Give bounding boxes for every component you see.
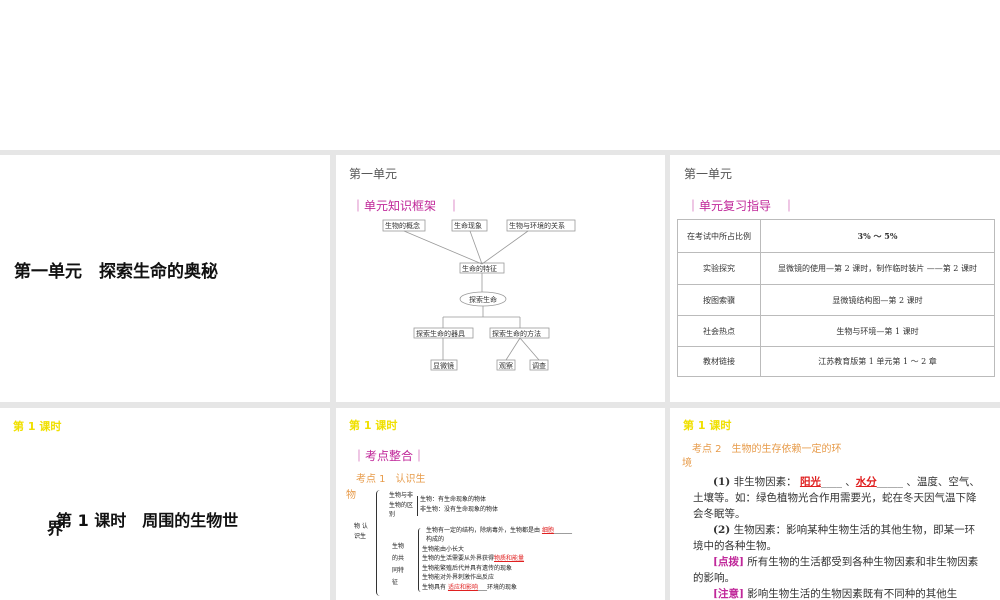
slide-2[interactable]: 第一单元 ｜单元知识框架 ｜ 生物的概念 生命现象 生物与环境的关系 生命的特征… — [336, 155, 665, 402]
answer-blank: 阳光 — [799, 476, 821, 488]
slide-title: 第一单元 探索生命的奥秘 — [14, 262, 218, 282]
note-label: [注意] — [713, 588, 744, 600]
row-value: 显微镜结构图—第 2 课时 — [760, 284, 995, 316]
lesson-label: 第 1 课时 — [683, 419, 732, 432]
text: 生物有一定的结构，除病毒外，生物都是由 — [426, 527, 541, 534]
point-heading-wrap: 境 — [682, 458, 692, 469]
answer-blank: 细胞 — [541, 527, 554, 534]
text: 环境的现象 — [486, 584, 517, 591]
point-heading-wrap: 物 — [346, 490, 356, 501]
slide-title: 第 1 课时 周围的生物世 — [56, 511, 239, 530]
node-relation: 生物与环境的关系 — [509, 221, 565, 230]
node-features: 生命的特征 — [462, 264, 497, 273]
row-value: 生物与环境—第 1 课时 — [760, 315, 995, 347]
table-row: 在考试中所占比例 3% ～ 5% — [677, 219, 995, 253]
node-concept: 生物的概念 — [385, 221, 420, 230]
tip-label: [点拨] — [713, 556, 744, 568]
text: 生物的生活需要从外界获得 — [422, 555, 495, 562]
root-label: 物 认识生 — [354, 523, 368, 540]
text: 影响生物生活的生物因素既有不同种的其他生 — [743, 588, 958, 600]
slide-6[interactable]: 第 1 课时 考点 2 生物的生存依赖一定的环 境 (1) 非生物因素： 阳光_… — [670, 408, 1000, 600]
lesson-label: 第 1 课时 — [13, 420, 62, 433]
list-item: 生物具有 适应和影响___环境的现象 — [422, 584, 517, 591]
group-label: 生物的共同特征 — [392, 543, 405, 586]
unit-label: 第一单元 — [684, 167, 733, 181]
num: (2) — [713, 524, 731, 536]
list-item: 生物：有生命现象的物体 — [420, 496, 487, 503]
row-label: 按图索骥 — [677, 284, 761, 316]
table-row: 社会热点 生物与环境—第 1 课时 — [677, 315, 995, 347]
row-value: 显微镜的使用—第 2 课时，制作临时装片 ——第 2 课时 — [760, 252, 995, 285]
row-value: 3% ～ 5% — [760, 219, 995, 253]
node-tools: 探索生命的器具 — [416, 329, 465, 338]
paragraph-1: (1) 非生物因素： 阳光____ 、水分_____ 、温度、空气、土壤等。如：… — [693, 476, 980, 520]
node-center: 探索生命 — [469, 295, 497, 304]
row-label: 社会热点 — [677, 315, 761, 347]
node-phenomena: 生命现象 — [454, 221, 482, 230]
slide-3[interactable]: 第一单元 ｜单元复习指导 ｜ 在考试中所占比例 3% ～ 5% 实验探究 显微镜的使… — [670, 155, 1000, 402]
lesson-label: 第 1 课时 — [349, 419, 398, 432]
answer-blank: 适应和影响 — [447, 584, 478, 591]
list-item: 生物能对外界刺激作出反应 — [422, 574, 495, 581]
row-label: 教材链接 — [677, 346, 761, 377]
top-blank-area — [0, 0, 1000, 150]
knowledge-framework-diagram: 生物的概念 生命现象 生物与环境的关系 生命的特征 探索生命 探索生命的器具 探… — [382, 219, 576, 371]
node-survey: 调查 — [532, 361, 546, 370]
text: 非生物因素： — [730, 476, 797, 488]
row-label: 实验探究 — [677, 252, 761, 285]
review-guide-table: 在考试中所占比例 3% ～ 5% 实验探究 显微镜的使用—第 2 课时，制作临时装片… — [677, 219, 995, 377]
list-item: 生物有一定的结构，除病毒外，生物都是由 细胞______ — [426, 527, 572, 534]
text: 生物具有 — [422, 584, 447, 591]
row-value: 江苏教育版第 1 单元第 1 ～ 2 章 — [760, 346, 995, 377]
tip-paragraph: [点拨] 所有生物的生活都受到各种生物因素和非生物因素的影响。 — [693, 554, 983, 586]
point-heading: 考点 2 生物的生存依赖一定的环 — [692, 444, 842, 455]
list-item: 非生物：没有生命现象的物体 — [420, 506, 499, 513]
slide-title-wrap: 界 — [47, 519, 64, 538]
table-row: 教材链接 江苏教育版第 1 单元第 1 ～ 2 章 — [677, 346, 995, 377]
point-heading: 考点 1 认识生 — [356, 474, 426, 485]
list-item: 构成的 — [426, 536, 445, 543]
num: (1) — [713, 476, 731, 488]
section-heading: ｜考点整合｜ — [353, 449, 426, 463]
table-row: 实验探究 显微镜的使用—第 2 课时，制作临时装片 ——第 2 课时 — [677, 252, 995, 285]
paragraph-2: (2) 生物因素：影响某种生物生活的其他生物，即某一环境中的各种生物。 — [693, 522, 983, 554]
node-observe: 观察 — [499, 361, 513, 370]
text: 、 — [841, 476, 856, 488]
note-paragraph: [注意] 影响生物生活的生物因素既有不同种的其他生 — [693, 586, 983, 600]
node-methods: 探索生命的方法 — [492, 329, 541, 338]
table-row: 按图索骥 显微镜结构图—第 2 课时 — [677, 284, 995, 316]
node-microscope: 显微镜 — [433, 361, 454, 370]
brace — [376, 490, 381, 596]
group-label: 生物与非生物的区别 — [389, 492, 414, 518]
answer-blank: 物质和能量 — [494, 555, 525, 562]
slide-5[interactable]: 第 1 课时 ｜考点整合｜ 考点 1 认识生 物 物 认识生 生物与非生物的区别… — [336, 408, 665, 600]
answer-blank: 水分 — [855, 476, 877, 488]
list-item: 生物的生活需要从外界获得物质和能量 — [422, 554, 524, 564]
slide-1[interactable]: 第一单元 探索生命的奥秘 — [0, 155, 330, 402]
section-heading: ｜单元复习指导 ｜ — [687, 199, 796, 213]
row-label: 在考试中所占比例 — [677, 219, 761, 253]
slide-4[interactable]: 第 1 课时 第 1 课时 周围的生物世 界 — [0, 408, 330, 600]
text: 生物因素：影响某种生物生活的其他生物，即某一环境中的各种生物。 — [693, 524, 976, 552]
